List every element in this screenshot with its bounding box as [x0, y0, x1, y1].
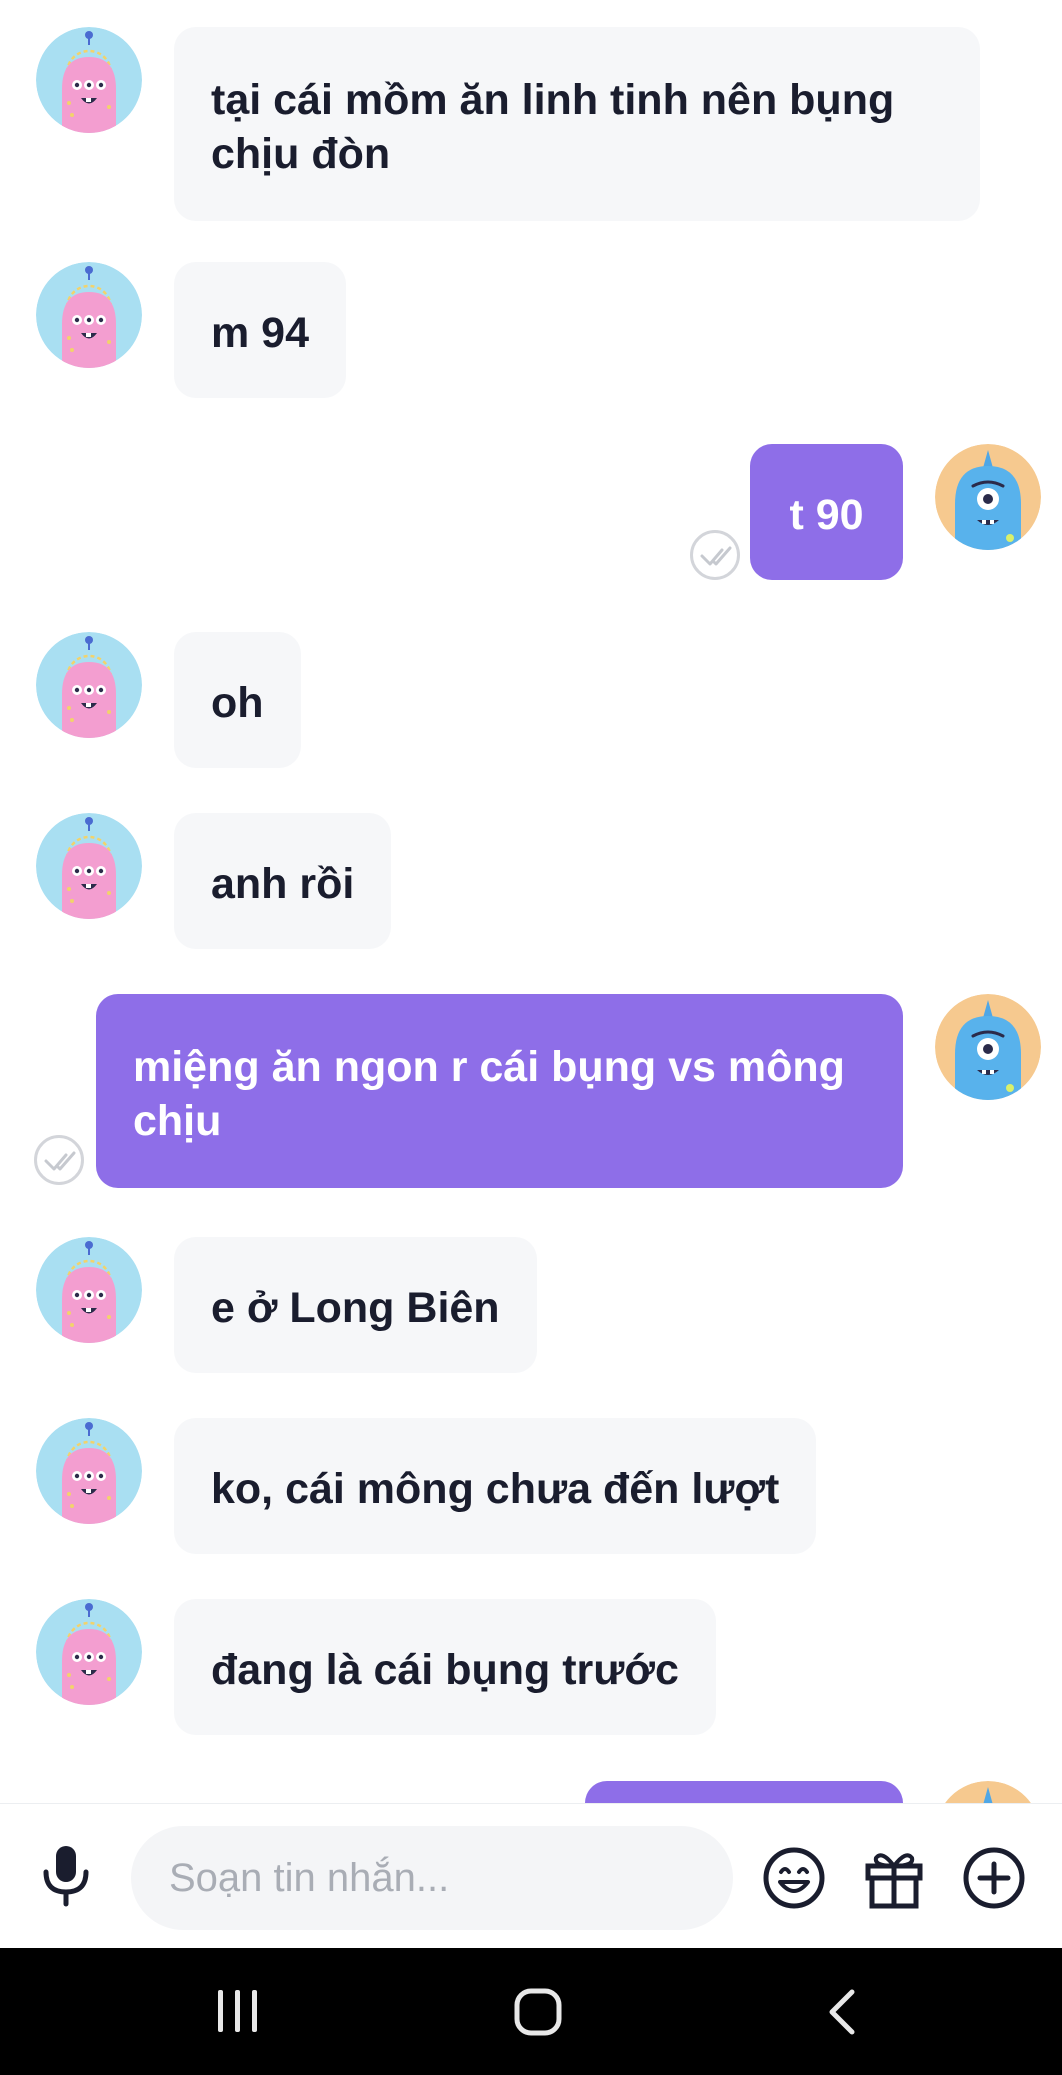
delivered-status-icon: [690, 530, 740, 580]
incoming-message[interactable]: ko, cái mông chưa đến lượt: [174, 1418, 817, 1554]
contact-avatar[interactable]: [36, 1237, 142, 1343]
message-text: e ở Long Biên: [211, 1284, 500, 1332]
pink-monster-avatar-icon: [36, 1237, 142, 1343]
message-text: anh rồi: [211, 860, 355, 908]
message-list[interactable]: tại cái mồm ăn linh tinh nên bụng chịu đ…: [0, 0, 1062, 1803]
contact-avatar[interactable]: [36, 632, 142, 738]
contact-avatar[interactable]: [36, 813, 142, 919]
pink-monster-avatar-icon: [36, 1418, 142, 1524]
pink-monster-avatar-icon: [36, 1599, 142, 1705]
contact-avatar[interactable]: [36, 27, 142, 133]
message-text: ko, cái mông chưa đến lượt: [211, 1465, 780, 1513]
incoming-message[interactable]: e ở Long Biên: [174, 1237, 537, 1373]
message-text: m 94: [211, 309, 310, 357]
message-text: miệng ăn ngon r cái bụng vs mông chịu: [133, 1043, 845, 1145]
outgoing-message-partial[interactable]: [585, 1781, 903, 1803]
outgoing-message[interactable]: miệng ăn ngon r cái bụng vs mông chịu: [96, 994, 903, 1188]
incoming-message[interactable]: tại cái mồm ăn linh tinh nên bụng chịu đ…: [174, 27, 980, 221]
gift-icon[interactable]: [862, 1846, 926, 1910]
blue-monster-avatar-icon: [935, 444, 1041, 550]
message-text: oh: [211, 679, 264, 727]
delivered-status-icon: [34, 1135, 84, 1185]
contact-avatar[interactable]: [36, 1418, 142, 1524]
incoming-message[interactable]: đang là cái bụng trước: [174, 1599, 716, 1735]
pink-monster-avatar-icon: [36, 262, 142, 368]
recent-apps-icon[interactable]: [214, 1988, 262, 2034]
my-avatar[interactable]: [935, 1781, 1041, 1803]
outgoing-message[interactable]: t 90: [750, 444, 903, 580]
back-icon[interactable]: [826, 1988, 858, 2036]
blue-monster-avatar-icon: [935, 1781, 1041, 1803]
pink-monster-avatar-icon: [36, 813, 142, 919]
contact-avatar[interactable]: [36, 1599, 142, 1705]
message-text: t 90: [789, 491, 864, 539]
my-avatar[interactable]: [935, 994, 1041, 1100]
composer-bar: [0, 1803, 1062, 1948]
incoming-message[interactable]: m 94: [174, 262, 347, 398]
message-input[interactable]: [131, 1826, 733, 1930]
add-icon[interactable]: [962, 1846, 1026, 1910]
system-navigation-bar: [0, 1948, 1062, 2075]
incoming-message[interactable]: oh: [174, 632, 301, 768]
microphone-icon[interactable]: [38, 1844, 94, 1908]
chat-screen: tại cái mồm ăn linh tinh nên bụng chịu đ…: [0, 0, 1062, 2075]
pink-monster-avatar-icon: [36, 632, 142, 738]
emoji-icon[interactable]: [762, 1846, 826, 1910]
my-avatar[interactable]: [935, 444, 1041, 550]
message-text: đang là cái bụng trước: [211, 1646, 679, 1694]
message-text: tại cái mồm ăn linh tinh nên bụng chịu đ…: [211, 76, 895, 178]
blue-monster-avatar-icon: [935, 994, 1041, 1100]
contact-avatar[interactable]: [36, 262, 142, 368]
home-icon[interactable]: [514, 1988, 562, 2036]
pink-monster-avatar-icon: [36, 27, 142, 133]
incoming-message[interactable]: anh rồi: [174, 813, 392, 949]
